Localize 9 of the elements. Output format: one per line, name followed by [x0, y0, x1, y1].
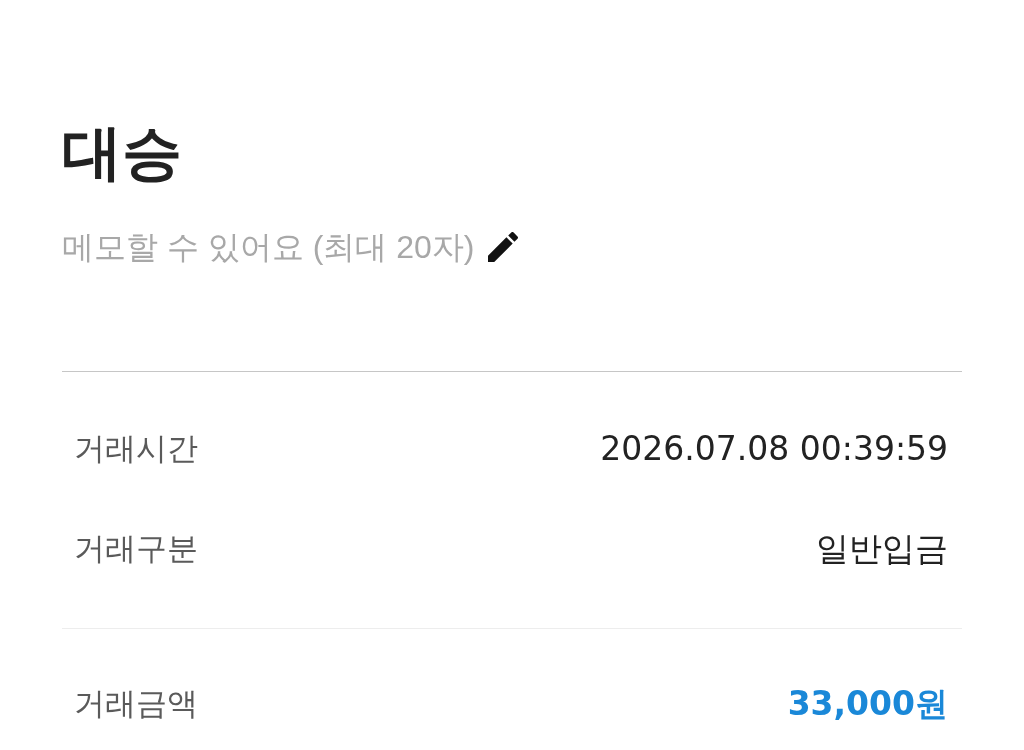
pencil-icon — [488, 232, 519, 262]
detail-label: 거래금액 — [74, 685, 198, 723]
memo-edit-button[interactable]: 메모할 수 있어요 (최대 20자) — [62, 225, 519, 269]
detail-value: 2026.07.08 00:39:59 — [600, 428, 948, 470]
detail-value: 일반입금 — [816, 528, 948, 570]
page-title: 대승 — [62, 118, 182, 188]
detail-label: 거래시간 — [74, 430, 198, 468]
detail-label: 거래구분 — [74, 530, 198, 568]
detail-value: 33,000원 — [787, 683, 948, 725]
